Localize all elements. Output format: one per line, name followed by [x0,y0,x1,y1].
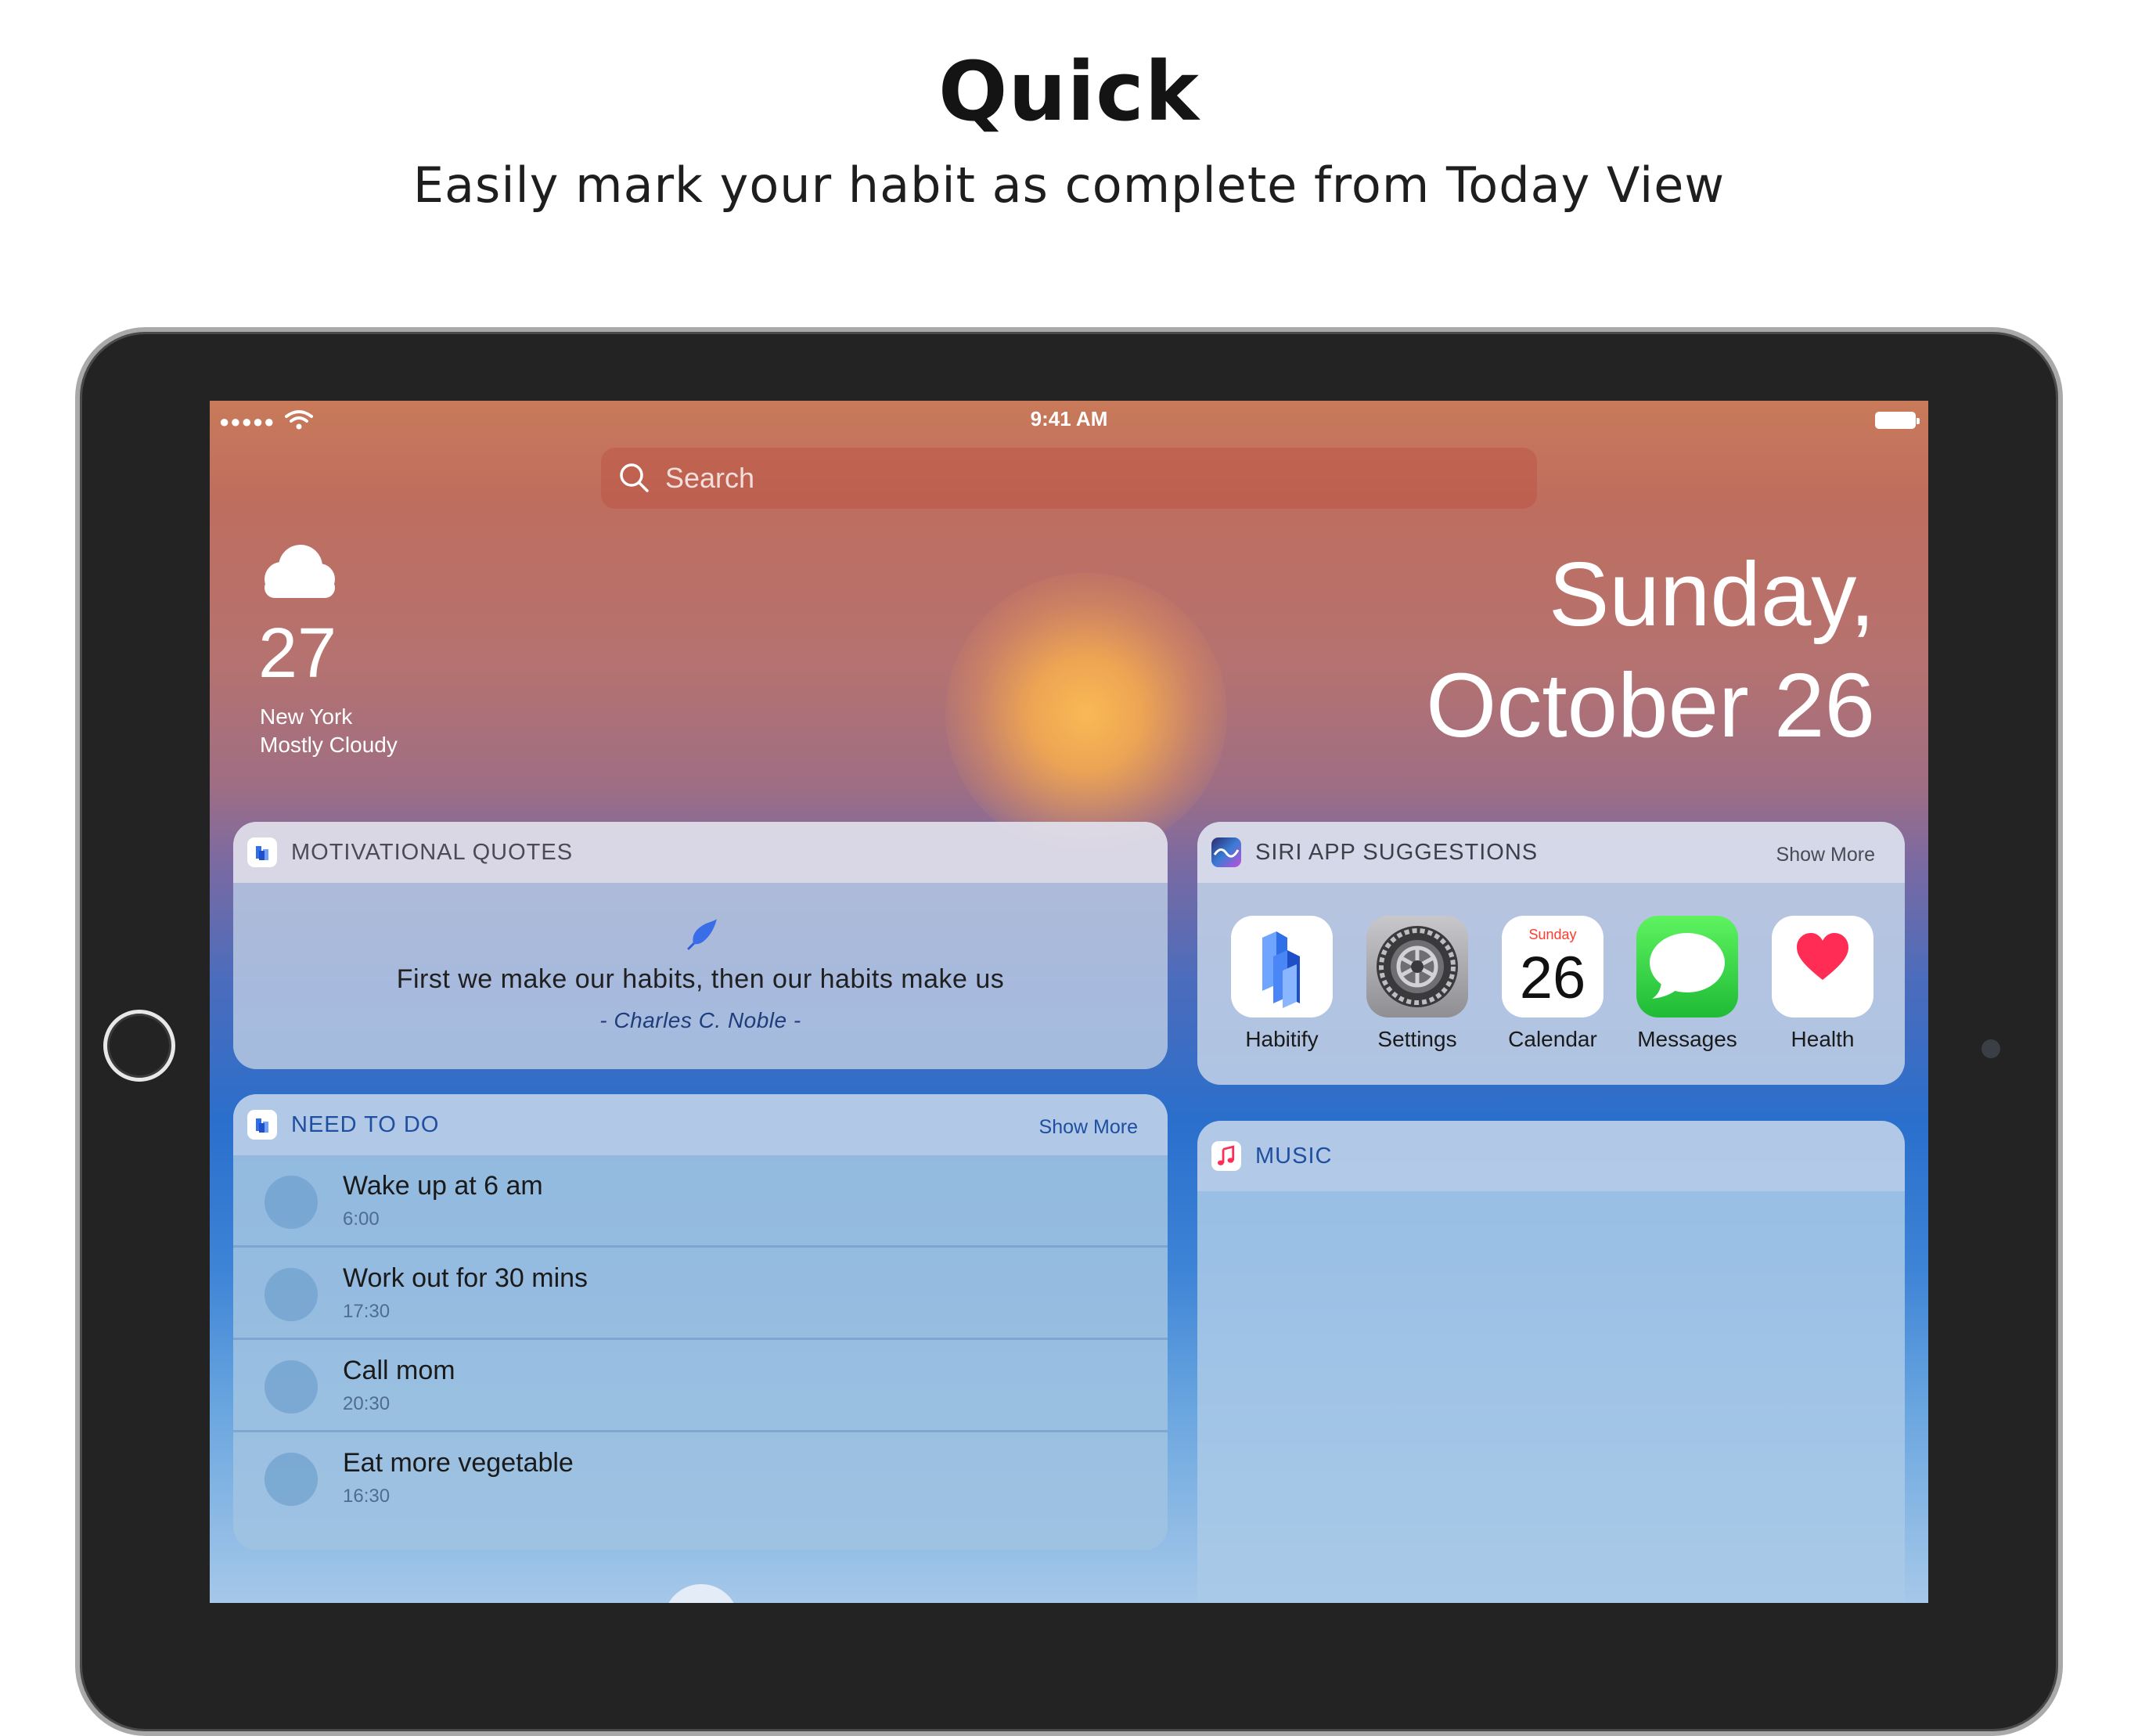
app-health[interactable]: Health [1755,916,1890,1052]
siri-icon [1211,837,1241,867]
message-bubble-icon [1636,916,1738,1017]
habit-time: 6:00 [343,1208,380,1230]
habit-row[interactable]: Wake up at 6 am 6:00 [233,1155,1168,1248]
weather-city: New York [260,704,353,729]
widget-title: SIRI APP SUGGESTIONS [1255,839,1539,865]
music-widget: MUSIC [1197,1121,1905,1603]
app-label: Messages [1637,1027,1737,1051]
home-button[interactable] [103,1010,175,1082]
habit-time: 17:30 [343,1301,391,1322]
camera-dot [1981,1039,2000,1058]
search-icon [620,463,649,492]
heart-icon [1772,916,1873,1017]
habit-check-circle[interactable] [265,1268,318,1321]
habitify-app-icon [1231,916,1333,1017]
habit-row[interactable]: Work out for 30 mins 17:30 [233,1248,1168,1340]
habit-check-circle[interactable] [265,1453,318,1506]
widget-header: MOTIVATIONAL QUOTES [233,822,1168,883]
date-weekday: Sunday, [1548,543,1875,645]
app-label: Settings [1377,1027,1457,1051]
temperature: 27 [258,614,337,693]
weather-condition: Mostly Cloudy [260,733,398,757]
widget-body: Habitify Settings Sunday 26 Calendar Mes… [1197,883,1905,1085]
todo-show-more-button[interactable]: Show More [1039,1116,1138,1139]
habitify-app-icon [247,1110,277,1140]
sun-glow [945,573,1227,855]
widget-title: MOTIVATIONAL QUOTES [291,839,574,865]
battery-icon [1875,412,1920,429]
edit-button-peek[interactable] [664,1584,739,1603]
feather-icon [687,919,717,950]
calendar-date: 26 [1519,945,1586,1011]
calendar-icon: Sunday 26 [1502,916,1604,1017]
today-view-screen: ●●●●● 9:41 AM 27 New York Mostly Cloudy … [210,401,1928,1603]
habit-title: Call mom [343,1356,455,1385]
calendar-day: Sunday [1528,927,1577,942]
hero-subtitle: Easily mark your habit as complete from … [412,157,1726,214]
app-settings[interactable]: Settings [1350,916,1485,1052]
quote-author: - Charles C. Noble - [599,1008,801,1032]
search-bar[interactable] [601,448,1537,509]
habit-check-circle[interactable] [265,1176,318,1229]
widget-header: NEED TO DO Show More [233,1094,1168,1155]
status-time: 9:41 AM [1030,407,1108,430]
widget-title: MUSIC [1255,1143,1333,1169]
habit-row[interactable]: Eat more vegetable 16:30 [233,1432,1168,1531]
widget-title: NEED TO DO [291,1111,440,1137]
motivational-quotes-widget[interactable]: MOTIVATIONAL QUOTES First we make our ha… [233,822,1168,1069]
need-to-do-widget: NEED TO DO Show More Wake up at 6 am 6:0… [233,1094,1168,1550]
widget-header: MUSIC [1197,1121,1905,1191]
widget-header: SIRI APP SUGGESTIONS Show More [1197,822,1905,883]
app-label: Health [1791,1027,1855,1051]
siri-show-more-button[interactable]: Show More [1776,844,1875,866]
app-label: Habitify [1245,1027,1319,1051]
habit-time: 20:30 [343,1393,391,1414]
habit-title: Work out for 30 mins [343,1263,588,1293]
hero-title: Quick [938,44,1200,139]
habitify-app-icon [247,837,277,867]
widget-body: First we make our habits, then our habit… [233,883,1168,1069]
date-month-day: October 26 [1426,654,1875,756]
habit-row[interactable]: Call mom 20:30 [233,1340,1168,1432]
search-input[interactable] [664,461,1446,495]
gear-icon [1366,916,1468,1017]
app-calendar[interactable]: Sunday 26 Calendar [1485,916,1620,1052]
widget-body: Wake up at 6 am 6:00 Work out for 30 min… [233,1155,1168,1550]
widget-body [1197,1191,1905,1603]
app-label: Calendar [1508,1027,1597,1051]
habit-title: Wake up at 6 am [343,1171,543,1201]
quote-text: First we make our habits, then our habit… [396,964,1005,994]
app-messages[interactable]: Messages [1620,916,1755,1052]
siri-suggestions-widget: SIRI APP SUGGESTIONS Show More Habitify [1197,822,1905,1085]
app-habitify[interactable]: Habitify [1215,916,1349,1052]
habit-check-circle[interactable] [265,1360,318,1414]
habit-title: Eat more vegetable [343,1448,574,1478]
habit-time: 16:30 [343,1486,391,1507]
music-note-icon [1211,1141,1241,1171]
cloud-icon [265,545,335,598]
